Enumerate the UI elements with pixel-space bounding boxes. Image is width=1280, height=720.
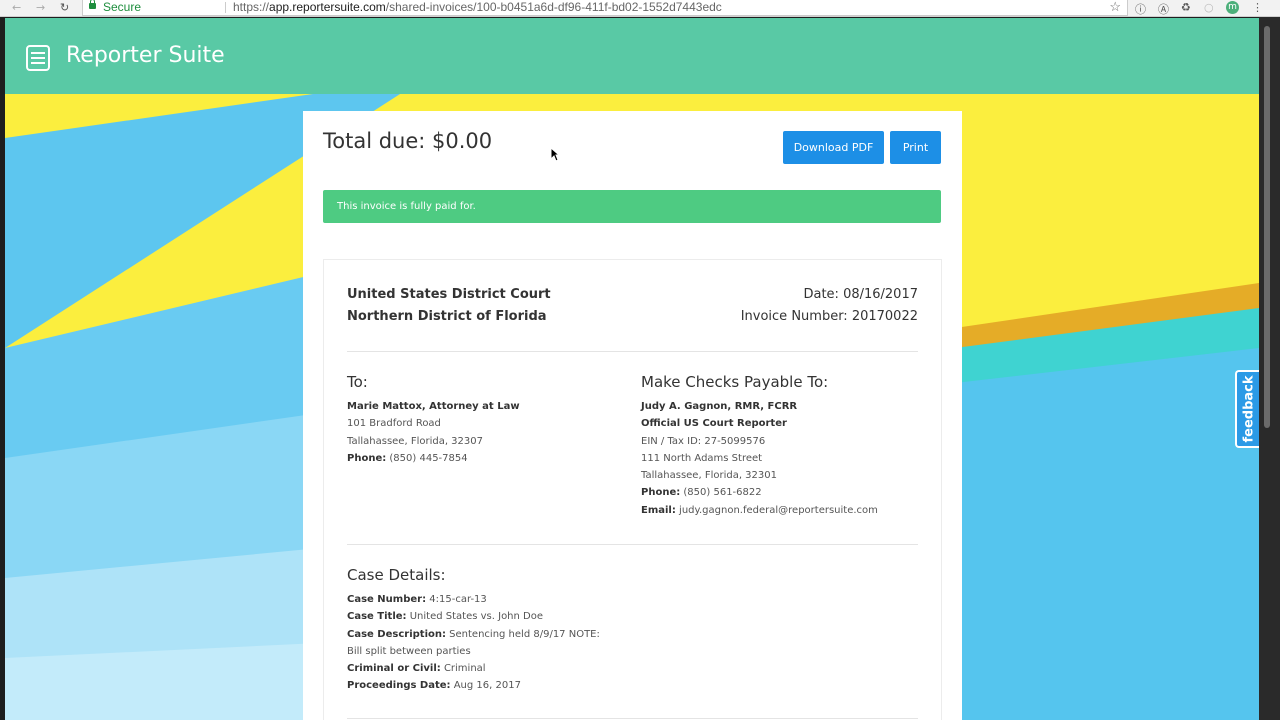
paid-status-alert: This invoice is fully paid for.: [323, 190, 941, 223]
case-title: United States vs. John Doe: [409, 611, 544, 623]
payable-heading: Make Checks Payable To:: [641, 373, 829, 391]
to-address: Marie Mattox, Attorney at Law 101 Bradfo…: [347, 398, 520, 467]
payable-phone-row: Phone: (850) 561-6822: [641, 484, 878, 501]
url-text[interactable]: https://app.reportersuite.com/shared-inv…: [233, 0, 722, 15]
invoice-number: Invoice Number: 20170022: [740, 309, 918, 324]
reload-icon[interactable]: ↻: [60, 1, 69, 14]
payable-phone: (850) 561-6822: [683, 487, 762, 499]
lock-icon: [89, 0, 96, 9]
payable-email-label: Email:: [641, 504, 676, 516]
case-heading: Case Details:: [347, 566, 446, 584]
case-title-row: Case Title: United States vs. John Doe: [347, 608, 617, 625]
brand-title[interactable]: Reporter Suite: [66, 43, 225, 68]
page-scrollbar[interactable]: [1264, 26, 1270, 428]
extension-recycle-icon[interactable]: ♻: [1181, 1, 1191, 14]
invoice-document: United States District Court Northern Di…: [323, 259, 942, 720]
court-line-2: Northern District of Florida: [347, 309, 547, 324]
to-phone-row: Phone: (850) 445-7854: [347, 450, 520, 467]
payable-ein: EIN / Tax ID: 27-5099576: [641, 435, 766, 447]
case-type: Criminal: [443, 663, 486, 675]
case-number: 4:15-car-13: [429, 594, 487, 605]
menu-kebab-icon[interactable]: ⋮: [1252, 1, 1263, 14]
to-phone: (850) 445-7854: [389, 452, 468, 464]
invoice-card: Total due: $0.00 Download PDF Print This…: [303, 111, 962, 720]
divider: [347, 351, 918, 352]
print-button[interactable]: Print: [890, 131, 941, 164]
payable-phone-label: Phone:: [641, 487, 681, 499]
divider: [347, 718, 918, 719]
browser-toolbar: ← → ↻ Secure https://app.reportersuite.c…: [0, 0, 1280, 17]
extension-info-icon[interactable]: ⓘ: [1135, 1, 1146, 17]
extension-a-icon[interactable]: Ⓐ: [1158, 1, 1169, 17]
to-city: Tallahassee, Florida, 32307: [347, 435, 483, 447]
payable-street: 111 North Adams Street: [641, 452, 763, 464]
case-type-label: Criminal or Civil:: [347, 663, 441, 675]
proceedings-date-label: Proceedings Date:: [347, 680, 451, 692]
case-number-label: Case Number:: [347, 594, 427, 605]
app-header: Reporter Suite: [5, 18, 1259, 94]
feedback-label: feedback: [1241, 375, 1256, 443]
secure-label: Secure: [103, 0, 142, 14]
forward-icon[interactable]: →: [36, 1, 45, 14]
court-name: United States District Court Northern Di…: [347, 284, 551, 328]
extension-circle-icon[interactable]: ○: [1204, 1, 1214, 14]
to-street: 101 Bradford Road: [347, 418, 441, 430]
total-due: Total due: $0.00: [323, 129, 493, 153]
address-bar[interactable]: Secure https://app.reportersuite.com/sha…: [82, 0, 1128, 16]
divider: [347, 544, 918, 545]
case-number-row: Case Number: 4:15-car-13: [347, 591, 617, 608]
case-description-row: Case Description: Sentencing held 8/9/17…: [347, 626, 617, 661]
download-pdf-button[interactable]: Download PDF: [783, 131, 884, 164]
payable-email-row: Email: judy.gagnon.federal@reportersuite…: [641, 502, 878, 519]
to-phone-label: Phone:: [347, 452, 387, 464]
mouse-cursor-icon: [550, 147, 560, 162]
payable-name: Judy A. Gagnon, RMR, FCRR: [641, 401, 798, 412]
court-line-1: United States District Court: [347, 287, 551, 302]
invoice-meta: Date: 08/16/2017 Invoice Number: 2017002…: [741, 284, 918, 328]
to-heading: To:: [347, 373, 368, 391]
feedback-tab[interactable]: feedback: [1235, 370, 1259, 448]
case-type-row: Criminal or Civil: Criminal: [347, 660, 617, 677]
case-description-label: Case Description:: [347, 628, 446, 640]
profile-avatar-icon[interactable]: m: [1226, 1, 1239, 14]
payable-email[interactable]: judy.gagnon.federal@reportersuite.com: [679, 505, 878, 516]
logo-icon[interactable]: [26, 45, 50, 71]
case-title-label: Case Title:: [347, 611, 407, 623]
bookmark-star-icon[interactable]: ☆: [1109, 0, 1121, 14]
to-name: Marie Mattox, Attorney at Law: [347, 401, 520, 412]
case-details: Case Number: 4:15-car-13 Case Title: Uni…: [347, 591, 617, 695]
payable-city: Tallahassee, Florida, 32301: [641, 470, 777, 482]
invoice-date: Date: 08/16/2017: [803, 287, 918, 302]
address-divider: [225, 2, 226, 13]
back-icon[interactable]: ←: [12, 1, 21, 14]
payable-title: Official US Court Reporter: [641, 418, 787, 430]
proceedings-date: Aug 16, 2017: [453, 680, 521, 692]
payable-address: Judy A. Gagnon, RMR, FCRR Official US Co…: [641, 398, 878, 519]
proceedings-date-row: Proceedings Date: Aug 16, 2017: [347, 677, 617, 694]
